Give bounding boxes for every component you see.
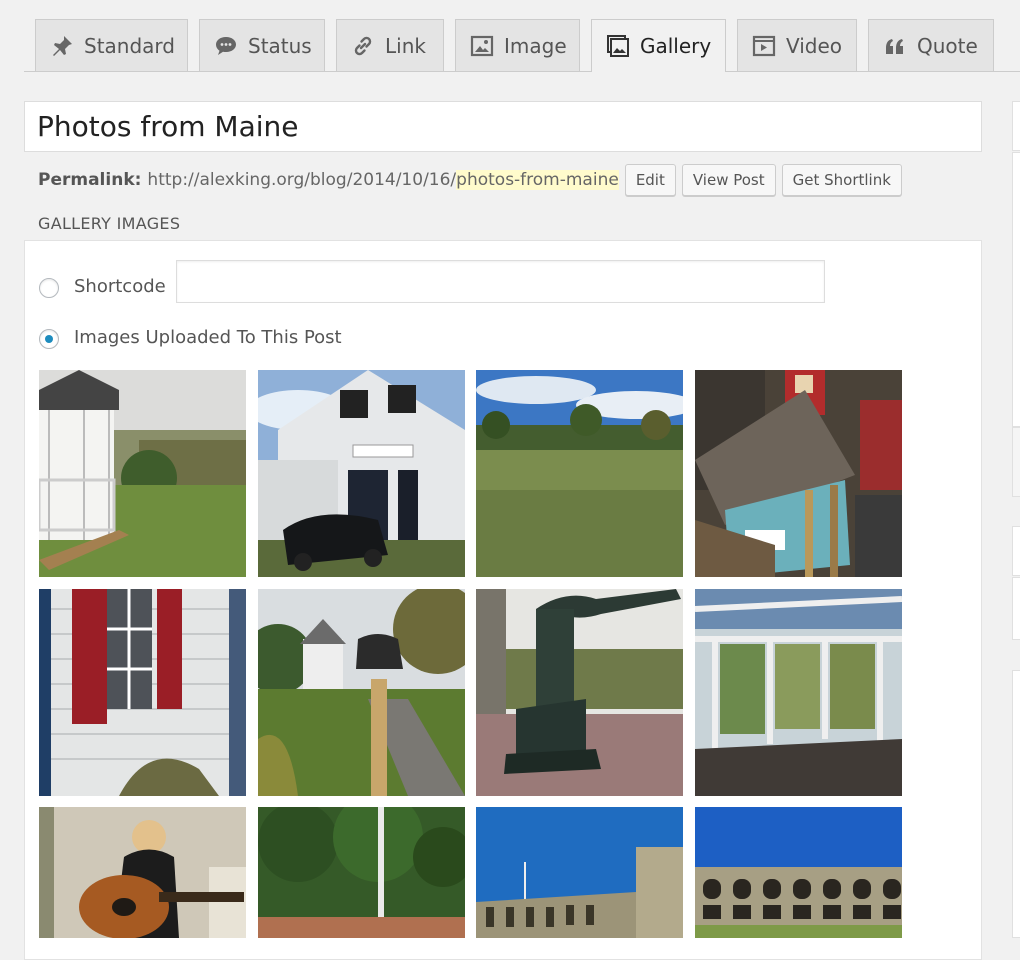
shortcode-radio[interactable] <box>39 278 59 298</box>
tab-label: Gallery <box>640 34 712 58</box>
edit-permalink-button[interactable]: Edit <box>624 164 676 196</box>
sidebar-box-edge <box>1012 670 1020 938</box>
water-pump-photo[interactable] <box>476 589 683 796</box>
permalink-row: Permalink: http://alexking.org/blog/2014… <box>38 164 902 196</box>
tab-link[interactable]: Link <box>336 19 444 71</box>
red-shutter-window-photo[interactable] <box>39 589 246 796</box>
permalink-slug[interactable]: photos-from-maine <box>456 170 619 190</box>
uploaded-images-radio[interactable] <box>39 329 59 349</box>
sidebar-box-edge <box>1012 152 1020 427</box>
trees-photo[interactable] <box>258 807 465 938</box>
pin-icon <box>53 35 72 56</box>
fort-arches-photo[interactable] <box>695 807 902 938</box>
tab-status[interactable]: Status <box>199 19 325 71</box>
birdhouse-photo[interactable] <box>695 370 902 577</box>
tab-label: Quote <box>917 33 978 58</box>
tab-label: Standard <box>84 33 175 58</box>
link-icon <box>354 36 372 55</box>
sidebar-box-edge <box>1012 526 1020 576</box>
tab-gallery[interactable]: Gallery <box>591 19 726 72</box>
tab-video[interactable]: Video <box>737 19 857 71</box>
gazebo-photo[interactable] <box>39 370 246 577</box>
view-post-button[interactable]: View Post <box>681 164 776 196</box>
tab-image[interactable]: Image <box>455 19 580 71</box>
tab-quote[interactable]: Quote <box>868 19 994 71</box>
guitar-player-photo[interactable] <box>39 807 246 938</box>
post-format-tabs: Standard Status Link Image Gallery Video… <box>24 0 1020 72</box>
bell-post-photo[interactable] <box>258 589 465 796</box>
sunroom-photo[interactable] <box>695 589 902 796</box>
video-icon <box>752 35 776 56</box>
shortcode-label: Shortcode <box>74 276 166 297</box>
post-title-input[interactable]: Photos from Maine <box>24 101 982 152</box>
gallery-icon <box>607 35 629 57</box>
sidebar-box-edge <box>1012 577 1020 640</box>
tab-label: Video <box>786 33 843 58</box>
image-icon <box>470 35 494 56</box>
get-shortlink-button[interactable]: Get Shortlink <box>781 164 902 196</box>
fort-wall-photo[interactable] <box>476 807 683 938</box>
speech-bubble-icon <box>216 36 236 55</box>
gallery-images-heading: GALLERY IMAGES <box>38 214 181 233</box>
shortcode-input[interactable] <box>176 260 825 303</box>
uploaded-images-label: Images Uploaded To This Post <box>74 327 342 348</box>
tab-standard[interactable]: Standard <box>35 19 188 71</box>
tab-label: Link <box>385 33 426 58</box>
tab-label: Status <box>248 33 312 58</box>
white-barn-photo[interactable] <box>258 370 465 577</box>
quote-icon <box>886 38 903 54</box>
field-photo[interactable] <box>476 370 683 577</box>
tab-label: Image <box>504 33 567 58</box>
sidebar-box-edge <box>1012 101 1020 151</box>
permalink-label: Permalink: <box>38 170 142 190</box>
sidebar-box-edge <box>1012 427 1020 497</box>
permalink-base: http://alexking.org/blog/2014/10/16/ <box>147 170 457 190</box>
